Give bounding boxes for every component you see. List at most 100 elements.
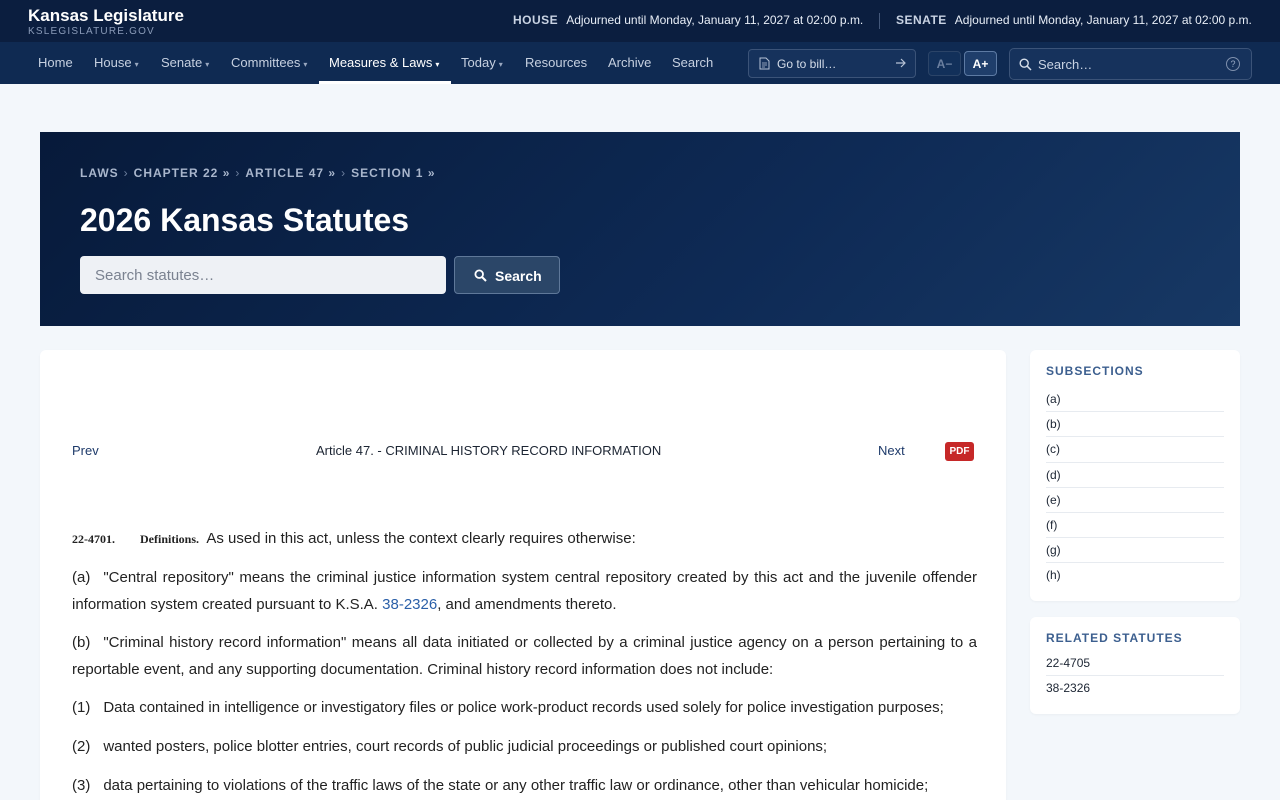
- breadcrumb-chapter[interactable]: CHAPTER 22: [134, 166, 219, 180]
- prev-link[interactable]: Prev: [72, 443, 99, 458]
- breadcrumb-suffix: »: [222, 166, 231, 180]
- breadcrumb-section[interactable]: SECTION 1: [351, 166, 423, 180]
- nav-search-label: Search: [672, 55, 714, 70]
- nav-home[interactable]: Home: [38, 42, 73, 84]
- subsection-link[interactable]: (f): [1046, 513, 1224, 539]
- nav-archive[interactable]: Archive: [608, 42, 651, 84]
- subsection-link[interactable]: (b): [1046, 412, 1224, 438]
- subsection-link[interactable]: (c): [1046, 437, 1224, 463]
- related-statutes-list: 22-4705 38-2326: [1046, 651, 1224, 701]
- subsection-link[interactable]: (d): [1046, 463, 1224, 488]
- nav-senate[interactable]: Senate ▾: [161, 42, 209, 84]
- paragraph-text: wanted posters, police blotter entries, …: [103, 738, 828, 755]
- paragraph-a: (a) "Central repository" means the crimin…: [72, 564, 977, 618]
- page-title: 2026 Kansas Statutes: [80, 202, 410, 238]
- arrow-right-icon[interactable]: [895, 57, 907, 69]
- help-icon[interactable]: ?: [1226, 57, 1240, 71]
- breadcrumb-article[interactable]: ARTICLE 47: [245, 166, 324, 180]
- breadcrumb-separator: ›: [341, 166, 347, 180]
- nav-house[interactable]: House ▾: [94, 42, 139, 84]
- subsection-link[interactable]: (h): [1046, 563, 1224, 588]
- chevron-down-icon: ▾: [435, 60, 440, 69]
- section-intro: As used in this act, unless the context …: [206, 530, 636, 547]
- site-search-input[interactable]: [1038, 49, 1218, 79]
- active-nav-indicator: [319, 81, 451, 84]
- pdf-download-button[interactable]: PDF: [945, 442, 974, 461]
- subsections-list: (a) (b) (c) (d) (e) (f) (g) (h): [1046, 387, 1224, 589]
- statute-search-input[interactable]: [80, 256, 446, 294]
- nav-measures-laws-label: Measures & Laws: [329, 55, 433, 70]
- paragraph-b-3: (3) data pertaining to violations of the …: [72, 772, 977, 799]
- breadcrumb: LAWS › CHAPTER 22 » › ARTICLE 47 » › SECTION 1…: [80, 166, 436, 180]
- paragraph-text-after: , and amendments thereto.: [437, 596, 617, 613]
- go-to-bill-field[interactable]: Go to bill…: [748, 49, 916, 78]
- senate-status-text: Adjourned until Monday, January 11, 2027…: [954, 13, 1252, 27]
- paragraph-text: Data contained in intelligence or invest…: [103, 699, 944, 716]
- chamber-divider: [879, 13, 880, 29]
- breadcrumb-suffix: »: [328, 166, 337, 180]
- nav-today[interactable]: Today ▾: [461, 42, 503, 84]
- document-icon: [759, 57, 770, 70]
- related-statute-link[interactable]: 38-2326: [1046, 676, 1224, 701]
- nav-today-label: Today: [461, 55, 496, 70]
- next-link[interactable]: Next: [878, 443, 905, 458]
- site-url: KSLEGISLATURE.GOV: [28, 26, 155, 37]
- paragraph-label: (2): [72, 738, 91, 755]
- nav-measures-laws[interactable]: Measures & Laws ▾: [329, 42, 439, 84]
- go-to-bill-placeholder: Go to bill…: [777, 57, 837, 71]
- subsections-panel: SUBSECTIONS (a) (b) (c) (d) (e) (f) (g) …: [1030, 350, 1240, 601]
- section-heading: 22-4701. Definitions. As used in this act…: [72, 530, 977, 547]
- site-title[interactable]: Kansas Legislature: [28, 6, 184, 26]
- paragraph-b: (b) "Criminal history record information"…: [72, 629, 977, 683]
- paragraph-b-1: (1) Data contained in intelligence or inv…: [72, 694, 977, 721]
- statute-link-38-2326[interactable]: 38-2326: [382, 596, 437, 613]
- statute-content: Prev Article 47. - CRIMINAL HISTORY RECO…: [40, 350, 1006, 800]
- paragraph-label: (3): [72, 777, 91, 794]
- house-status: HOUSE Adjourned until Monday, January 11,…: [513, 13, 863, 27]
- site-search: ?: [1009, 48, 1252, 80]
- search-icon: [1019, 58, 1032, 71]
- breadcrumb-suffix: »: [427, 166, 436, 180]
- chevron-down-icon: ▾: [205, 60, 210, 69]
- subsection-link[interactable]: (e): [1046, 488, 1224, 513]
- nav-senate-label: Senate: [161, 55, 203, 70]
- nav-search[interactable]: Search: [672, 42, 713, 84]
- house-label: HOUSE: [513, 13, 559, 27]
- section-name: Definitions.: [140, 532, 200, 546]
- nav-resources-label: Resources: [525, 55, 588, 70]
- nav-committees-label: Committees: [231, 55, 301, 70]
- nav-committees[interactable]: Committees ▾: [231, 42, 307, 84]
- nav-archive-label: Archive: [608, 55, 652, 70]
- search-icon: [474, 269, 487, 282]
- breadcrumb-separator: ›: [123, 166, 129, 180]
- font-decrease-button[interactable]: A−: [928, 51, 961, 76]
- paragraph-label: (1): [72, 699, 91, 716]
- section-number: 22-4701.: [72, 532, 115, 546]
- paragraph-b-2: (2) wanted posters, police blotter entrie…: [72, 733, 977, 760]
- paragraph-text: data pertaining to violations of the tra…: [103, 777, 929, 794]
- subsections-heading: SUBSECTIONS: [1046, 364, 1144, 378]
- breadcrumb-separator: ›: [235, 166, 241, 180]
- senate-label: SENATE: [896, 13, 947, 27]
- house-status-text: Adjourned until Monday, January 11, 2027…: [566, 13, 864, 27]
- nav-home-label: Home: [38, 55, 73, 70]
- subsection-link[interactable]: (g): [1046, 538, 1224, 564]
- related-statutes-heading: RELATED STATUTES: [1046, 631, 1183, 645]
- top-bar: Kansas Legislature KSLEGISLATURE.GOV HOU…: [0, 0, 1280, 42]
- chevron-down-icon: ▾: [303, 60, 308, 69]
- senate-status: SENATE Adjourned until Monday, January 11…: [896, 13, 1252, 27]
- nav-house-label: House: [94, 55, 132, 70]
- font-increase-button[interactable]: A+: [964, 51, 997, 76]
- paragraph-label: (b): [72, 634, 91, 651]
- article-title: Article 47. - CRIMINAL HISTORY RECORD IN…: [316, 443, 662, 458]
- chevron-down-icon: ▾: [134, 60, 139, 69]
- subsection-link[interactable]: (a): [1046, 387, 1224, 413]
- paragraph-text: "Criminal history record information" me…: [72, 634, 977, 678]
- statute-search-button[interactable]: Search: [454, 256, 560, 294]
- related-statutes-panel: RELATED STATUTES 22-4705 38-2326: [1030, 617, 1240, 714]
- chevron-down-icon: ▾: [498, 60, 503, 69]
- hero-banner: LAWS › CHAPTER 22 » › ARTICLE 47 » › SECTION 1…: [40, 132, 1240, 326]
- nav-resources[interactable]: Resources: [525, 42, 587, 84]
- related-statute-link[interactable]: 22-4705: [1046, 651, 1224, 677]
- breadcrumb-laws[interactable]: LAWS: [80, 166, 119, 180]
